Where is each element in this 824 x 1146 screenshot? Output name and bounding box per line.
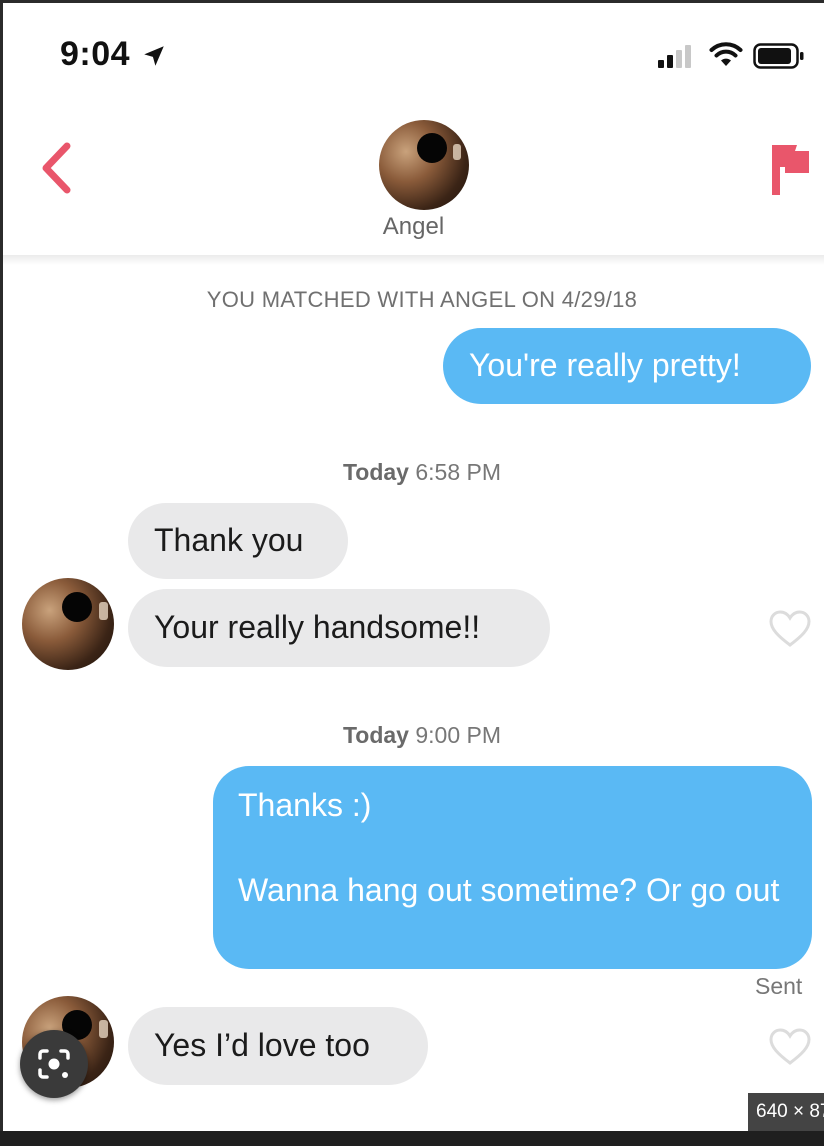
message-timestamp: Today 9:00 PM xyxy=(3,722,824,749)
heart-icon[interactable] xyxy=(768,609,812,649)
timestamp-time: 6:58 PM xyxy=(415,459,502,485)
match-note: YOU MATCHED WITH ANGEL ON 4/29/18 xyxy=(206,287,638,312)
frame-bottom-bar xyxy=(0,1131,824,1146)
wifi-icon xyxy=(709,42,743,66)
location-arrow-icon xyxy=(144,46,164,66)
profile-avatar[interactable] xyxy=(379,120,469,210)
received-message[interactable]: Yes I’d love too xyxy=(128,1007,428,1085)
message-line: Wanna hang out sometime? Or go out xyxy=(238,872,780,908)
lens-button[interactable] xyxy=(20,1030,88,1098)
timestamp-time: 9:00 PM xyxy=(415,722,502,748)
status-time: 9:04 xyxy=(60,35,131,73)
header-divider xyxy=(3,255,824,265)
received-message[interactable]: Thank you xyxy=(128,503,348,579)
sender-avatar[interactable] xyxy=(22,578,114,670)
image-dimensions-badge: 640 × 871 xyxy=(748,1093,824,1131)
sent-status: Sent xyxy=(755,973,803,999)
sent-message[interactable]: You're really pretty! xyxy=(443,328,811,404)
camera-lens-icon xyxy=(38,1049,70,1079)
message-timestamp: Today 6:58 PM xyxy=(3,459,824,486)
message-line: Thanks :) xyxy=(238,787,372,823)
chevron-left-icon xyxy=(42,142,71,194)
battery-icon xyxy=(753,43,804,69)
profile-name: Angel xyxy=(382,213,445,240)
signal-icon xyxy=(658,45,691,68)
back-button[interactable] xyxy=(33,138,83,198)
heart-icon[interactable] xyxy=(768,1027,812,1067)
timestamp-day: Today xyxy=(342,722,409,748)
report-button[interactable] xyxy=(765,139,813,197)
sent-message[interactable]: Thanks :) Wanna hang out sometime? Or go… xyxy=(213,766,812,969)
chat-screen: 9:04 Angel YOU MATCHED WITH ANGEL ON 4/2… xyxy=(3,3,824,1131)
timestamp-day: Today xyxy=(342,459,409,485)
received-message[interactable]: Your really handsome!! xyxy=(128,589,550,667)
flag-icon xyxy=(772,145,809,195)
